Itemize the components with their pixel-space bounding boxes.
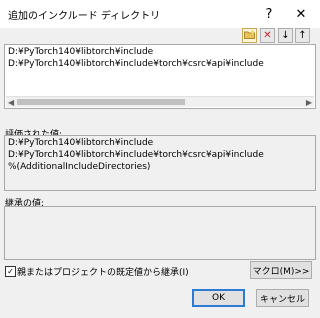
delete-icon: ✕ bbox=[263, 30, 272, 41]
evaluated-line: D:¥PyTorch140¥libtorch¥include¥torch¥csr… bbox=[8, 150, 264, 160]
check-icon: ✓ bbox=[7, 266, 14, 276]
cancel-button[interactable]: キャンセル bbox=[256, 289, 309, 307]
move-down-button[interactable]: ↓ bbox=[278, 28, 293, 43]
delete-line-button[interactable]: ✕ bbox=[260, 28, 275, 43]
scrollbar-thumb[interactable] bbox=[17, 99, 185, 105]
inherited-values-box bbox=[4, 206, 316, 260]
window-title: 追加のインクルード ディレクトリ bbox=[8, 11, 161, 22]
evaluated-line: D:¥PyTorch140¥libtorch¥include bbox=[8, 138, 154, 148]
arrow-up-icon: ↑ bbox=[298, 30, 307, 41]
move-up-button[interactable]: ↑ bbox=[295, 28, 310, 43]
macro-button[interactable]: マクロ(M)>> bbox=[250, 261, 312, 279]
title-bar: 追加のインクルード ディレクトリ ? ✕ bbox=[0, 0, 320, 28]
new-line-button[interactable] bbox=[242, 28, 257, 43]
include-directories-editor[interactable]: D:¥PyTorch140¥libtorch¥include D:¥PyTorc… bbox=[4, 44, 316, 109]
horizontal-scrollbar[interactable]: ◀ ▶ bbox=[6, 96, 314, 107]
ok-button[interactable]: OK bbox=[192, 289, 245, 307]
close-button[interactable]: ✕ bbox=[291, 4, 311, 24]
editor-line[interactable]: D:¥PyTorch140¥libtorch¥include¥torch¥csr… bbox=[8, 59, 264, 69]
folder-icon bbox=[244, 29, 255, 42]
arrow-down-icon: ↓ bbox=[281, 30, 290, 41]
editor-line[interactable]: D:¥PyTorch140¥libtorch¥include bbox=[8, 47, 153, 57]
inherit-checkbox[interactable]: ✓ bbox=[5, 266, 16, 277]
scroll-left-icon[interactable]: ◀ bbox=[8, 98, 14, 107]
evaluated-line: %(AdditionalIncludeDirectories) bbox=[8, 162, 151, 172]
scroll-right-icon[interactable]: ▶ bbox=[306, 98, 312, 107]
evaluated-values-box: D:¥PyTorch140¥libtorch¥include D:¥PyTorc… bbox=[4, 135, 316, 191]
inherit-checkbox-label[interactable]: 親またはプロジェクトの既定値から継承(I) bbox=[17, 265, 189, 278]
help-button[interactable]: ? bbox=[259, 4, 279, 24]
